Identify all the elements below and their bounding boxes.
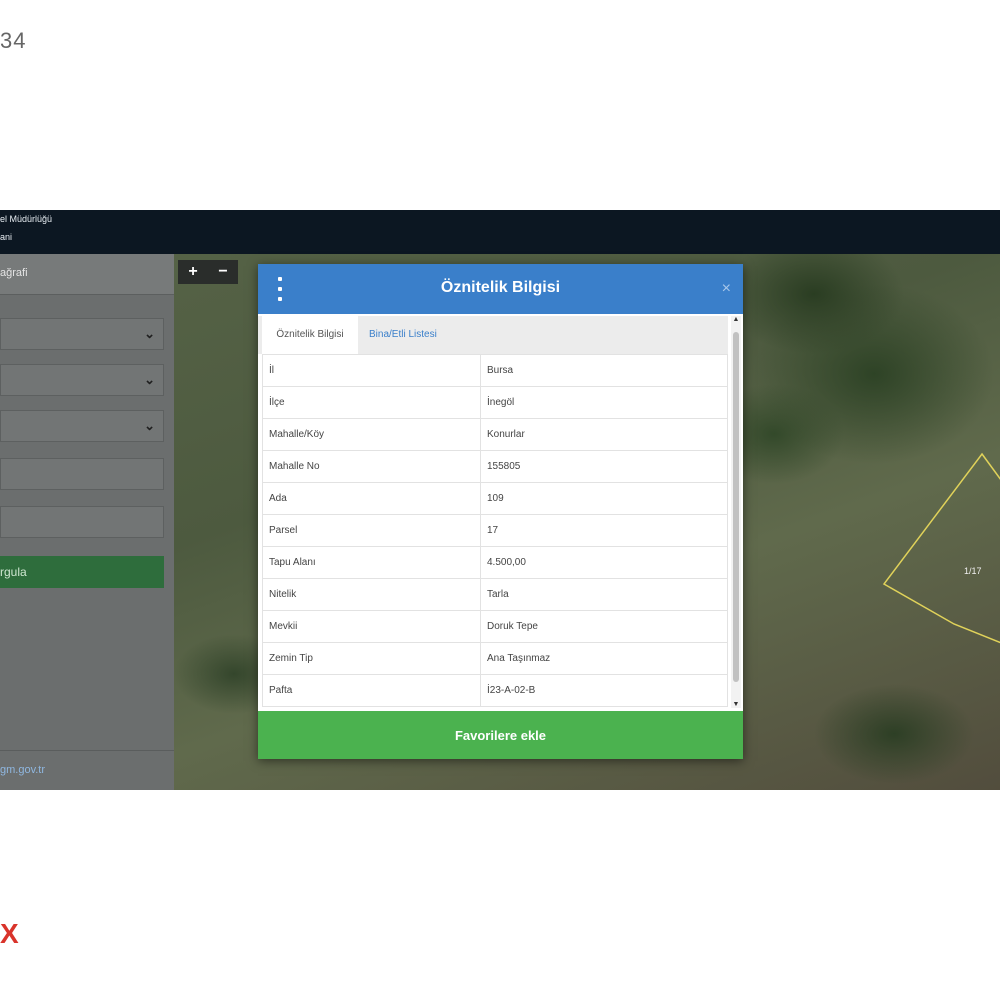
attribute-key: Pafta — [262, 674, 481, 707]
parcel-input[interactable] — [0, 506, 164, 538]
block-input[interactable] — [0, 458, 164, 490]
attribute-key: İl — [262, 354, 481, 387]
top-bar-title: el Müdürlüğü — [0, 214, 53, 224]
neighborhood-select[interactable]: ⌄ — [0, 410, 164, 442]
dialog-title: Öznitelik Bilgisi — [440, 279, 561, 296]
attribute-value: İ23-A-02-B — [480, 674, 728, 707]
sidebar-header: ağrafi — [0, 254, 174, 295]
query-button[interactable]: rgula — [0, 556, 164, 588]
table-row: Zemin Tip Ana Taşınmaz — [262, 642, 728, 675]
table-row: Nitelik Tarla — [262, 578, 728, 611]
attribute-table: İl Bursa İlçe İnegöl Mahalle/Köy Konurlar Maha… — [262, 354, 728, 708]
zoom-out-button[interactable]: − — [208, 263, 238, 281]
province-select[interactable]: ⌄ — [0, 318, 164, 350]
table-row: Mahalle No 155805 — [262, 450, 728, 483]
dialog-header: Öznitelik Bilgisi × — [258, 264, 743, 314]
attribute-value: 155805 — [480, 450, 728, 483]
attribute-value: 17 — [480, 514, 728, 547]
sidebar-divider — [0, 750, 174, 751]
top-bar-subtitle: ani — [0, 232, 13, 242]
close-icon[interactable]: × — [722, 280, 731, 298]
attribute-key: Mahalle/Köy — [262, 418, 481, 451]
parcel-label: 1/17 — [964, 566, 982, 576]
attribute-value: Konurlar — [480, 418, 728, 451]
table-row: Parsel 17 — [262, 514, 728, 547]
scrollbar-thumb[interactable] — [733, 332, 739, 682]
dialog-tabs: Öznitelik Bilgisi Bina/Etli Listesi — [258, 316, 728, 354]
attribute-value: Ana Taşınmaz — [480, 642, 728, 675]
table-row: İl Bursa — [262, 354, 728, 387]
attribute-value: İnegöl — [480, 386, 728, 419]
attribute-info-dialog: Öznitelik Bilgisi × Öznitelik Bilgisi Bi… — [258, 264, 743, 759]
tab-building-list[interactable]: Bina/Etli Listesi — [369, 316, 459, 354]
attribute-key: Tapu Alanı — [262, 546, 481, 579]
attribute-value: Bursa — [480, 354, 728, 387]
tab-attribute-info[interactable]: Öznitelik Bilgisi — [262, 316, 358, 354]
footer-link[interactable]: gm.gov.tr — [0, 764, 45, 776]
table-row: Ada 109 — [262, 482, 728, 515]
district-select[interactable]: ⌄ — [0, 364, 164, 396]
scroll-down-icon[interactable]: ▼ — [731, 701, 741, 708]
page-corner-number: 34 — [0, 28, 27, 53]
attribute-value: Tarla — [480, 578, 728, 611]
chevron-down-icon: ⌄ — [144, 326, 155, 341]
attribute-key: İlçe — [262, 386, 481, 419]
attribute-key: Parsel — [262, 514, 481, 547]
zoom-in-button[interactable]: + — [178, 263, 208, 281]
top-bar: el Müdürlüğü ani — [0, 210, 1000, 254]
table-row: Mahalle/Köy Konurlar — [262, 418, 728, 451]
corner-mark: X — [0, 918, 19, 949]
attribute-value: Doruk Tepe — [480, 610, 728, 643]
scroll-up-icon[interactable]: ▲ — [731, 316, 741, 323]
dialog-scrollbar[interactable]: ▲ ▼ — [731, 316, 741, 708]
table-row: Mevkii Doruk Tepe — [262, 610, 728, 643]
attribute-value: 109 — [480, 482, 728, 515]
sidebar: ağrafi ⌄ ⌄ ⌄ rgula gm.gov.tr — [0, 254, 174, 790]
add-to-favorites-button[interactable]: Favorilere ekle — [258, 711, 743, 759]
attribute-key: Ada — [262, 482, 481, 515]
map-controls: + − — [178, 260, 238, 284]
attribute-key: Mahalle No — [262, 450, 481, 483]
sidebar-header-label: ağrafi — [0, 267, 28, 279]
attribute-key: Zemin Tip — [262, 642, 481, 675]
table-row: Pafta İ23-A-02-B — [262, 674, 728, 707]
table-row: İlçe İnegöl — [262, 386, 728, 419]
chevron-down-icon: ⌄ — [144, 372, 155, 387]
chevron-down-icon: ⌄ — [144, 418, 155, 433]
table-row: Tapu Alanı 4.500,00 — [262, 546, 728, 579]
attribute-value: 4.500,00 — [480, 546, 728, 579]
attribute-key: Mevkii — [262, 610, 481, 643]
attribute-key: Nitelik — [262, 578, 481, 611]
parcel-outline[interactable] — [874, 444, 1000, 644]
